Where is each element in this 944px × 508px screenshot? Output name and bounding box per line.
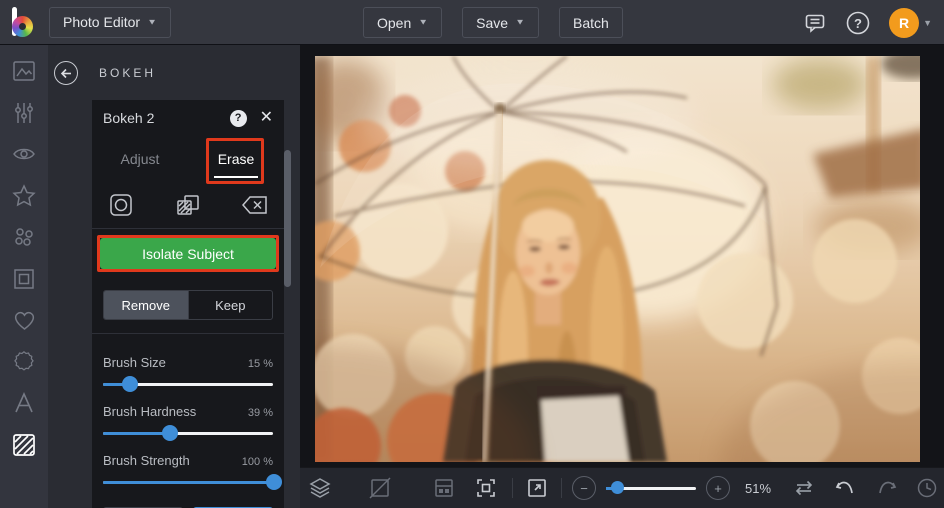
card-title-row: Bokeh 2 ? ✕ bbox=[92, 100, 284, 136]
zoom-slider-thumb[interactable] bbox=[610, 481, 624, 494]
erase-tools-row bbox=[92, 182, 284, 228]
clear-backspace-icon[interactable] bbox=[240, 190, 270, 220]
topbar: Photo Editor ▼ Open ▼ Save ▼ Batch ? R ▼ bbox=[0, 0, 944, 45]
canvas-area[interactable] bbox=[300, 45, 944, 467]
brush-sliders: Brush Size 15 % Brush Hardness 39 % Brus… bbox=[92, 334, 284, 493]
chevron-down-icon: ▼ bbox=[923, 17, 932, 28]
overlays-heart-icon bbox=[14, 311, 34, 330]
brush-size-label: Brush Size bbox=[103, 355, 166, 370]
sidebar-item-artsy[interactable] bbox=[11, 225, 37, 249]
sidebar-item-effects[interactable] bbox=[11, 184, 37, 208]
bokeh-panel: BOKEH Bokeh 2 ? ✕ Adjust Erase Isolate S… bbox=[48, 45, 300, 508]
chevron-down-icon: ▼ bbox=[515, 18, 525, 27]
topbar-right: ? R ▼ bbox=[803, 0, 932, 45]
layers-icon[interactable] bbox=[308, 477, 332, 499]
slider-thumb[interactable] bbox=[266, 474, 282, 490]
brush-strength-label: Brush Strength bbox=[103, 453, 190, 468]
brush-strength-value: 100 % bbox=[241, 456, 273, 468]
sidebar-item-edit[interactable] bbox=[11, 59, 37, 83]
zoom-in-icon[interactable]: + bbox=[706, 476, 730, 500]
isolate-subject-button[interactable]: Isolate Subject bbox=[100, 238, 276, 269]
effects-star-icon bbox=[12, 184, 36, 207]
textures-icon bbox=[13, 433, 35, 456]
chat-icon[interactable] bbox=[803, 11, 827, 35]
brush-size-slider[interactable] bbox=[103, 373, 273, 395]
save-button[interactable]: Save ▼ bbox=[462, 7, 539, 38]
brush-shape-icon[interactable] bbox=[106, 190, 136, 220]
brush-hardness-group: Brush Hardness 39 % bbox=[103, 404, 273, 444]
zoom-out-icon[interactable]: − bbox=[572, 476, 596, 500]
batch-button[interactable]: Batch bbox=[558, 7, 623, 38]
chevron-down-icon: ▼ bbox=[418, 18, 429, 27]
undo-icon[interactable] bbox=[833, 478, 857, 498]
redo-icon[interactable] bbox=[875, 478, 899, 498]
sidebar-item-touchup[interactable] bbox=[11, 142, 37, 166]
tab-bar: Adjust Erase bbox=[92, 136, 284, 182]
photo-canvas[interactable] bbox=[315, 56, 920, 462]
before-after-loop-icon[interactable] bbox=[792, 478, 816, 498]
panel-header: BOKEH bbox=[48, 61, 156, 85]
canvas-layout-icon[interactable] bbox=[432, 477, 456, 499]
remove-keep-toggle: Remove Keep bbox=[103, 290, 273, 320]
topbar-center-actions: Open ▼ Save ▼ Batch bbox=[363, 7, 623, 38]
card-help-icon[interactable]: ? bbox=[229, 109, 247, 127]
segment-keep[interactable]: Keep bbox=[187, 291, 273, 319]
brush-hardness-slider[interactable] bbox=[103, 422, 273, 444]
zoom-slider[interactable] bbox=[606, 478, 696, 498]
sidebar-item-adjust[interactable] bbox=[11, 101, 37, 125]
divider bbox=[92, 228, 284, 229]
sidebar-item-textures[interactable] bbox=[11, 433, 37, 457]
frames-icon bbox=[14, 268, 34, 289]
history-clock-icon[interactable] bbox=[915, 477, 939, 499]
card-title: Bokeh 2 bbox=[103, 110, 155, 126]
sidebar-item-graphics[interactable] bbox=[11, 350, 37, 374]
open-fullscreen-icon[interactable] bbox=[525, 477, 549, 499]
arrow-left-icon bbox=[60, 68, 71, 78]
brush-strength-slider[interactable] bbox=[103, 471, 282, 493]
brush-size-group: Brush Size 15 % bbox=[103, 355, 273, 395]
zoom-level: 51% bbox=[744, 480, 772, 496]
image-edit-icon bbox=[13, 61, 35, 81]
divider bbox=[561, 478, 562, 498]
photo-editor-app: Photo Editor ▼ Open ▼ Save ▼ Batch ? R ▼… bbox=[0, 0, 944, 508]
back-button[interactable] bbox=[54, 61, 78, 85]
text-icon bbox=[15, 392, 33, 413]
brush-size-value: 15 % bbox=[247, 358, 273, 370]
tab-adjust[interactable]: Adjust bbox=[92, 136, 188, 182]
brush-hardness-value: 39 % bbox=[247, 407, 273, 419]
card-close-icon[interactable]: ✕ bbox=[260, 110, 273, 126]
graphics-badge-icon bbox=[14, 350, 34, 371]
befunky-logo-icon[interactable] bbox=[9, 7, 39, 37]
open-button[interactable]: Open ▼ bbox=[363, 7, 443, 38]
bokeh-settings-card: Bokeh 2 ? ✕ Adjust Erase Isolate Subject… bbox=[92, 100, 284, 508]
tab-erase[interactable]: Erase bbox=[188, 136, 284, 182]
touchup-eye-icon bbox=[13, 148, 35, 160]
brush-hardness-label: Brush Hardness bbox=[103, 404, 197, 419]
sidebar-item-text[interactable] bbox=[11, 391, 37, 415]
compare-icon[interactable] bbox=[368, 477, 392, 499]
segment-remove[interactable]: Remove bbox=[104, 291, 188, 319]
avatar: R bbox=[889, 7, 920, 38]
adjust-sliders-icon bbox=[15, 102, 33, 123]
account-menu[interactable]: R ▼ bbox=[889, 7, 932, 38]
artsy-dots-icon bbox=[15, 228, 33, 246]
product-menu-button[interactable]: Photo Editor ▼ bbox=[49, 6, 171, 38]
panel-scrollbar[interactable] bbox=[284, 150, 291, 287]
invert-mask-icon[interactable] bbox=[173, 190, 203, 220]
brush-strength-group: Brush Strength 100 % bbox=[103, 453, 282, 493]
slider-thumb[interactable] bbox=[121, 376, 138, 392]
sidebar-item-overlays[interactable] bbox=[11, 308, 37, 332]
help-icon[interactable]: ? bbox=[845, 10, 871, 36]
bottom-toolbar: − + 51% bbox=[300, 467, 944, 508]
panel-title: BOKEH bbox=[99, 66, 157, 80]
chevron-down-icon: ▼ bbox=[147, 17, 157, 27]
divider bbox=[512, 478, 513, 498]
product-menu-label: Photo Editor bbox=[63, 14, 141, 30]
svg-text:?: ? bbox=[854, 16, 862, 31]
slider-thumb[interactable] bbox=[162, 425, 179, 441]
tool-rail bbox=[0, 45, 48, 508]
sidebar-item-frames[interactable] bbox=[11, 267, 37, 291]
fit-screen-icon[interactable] bbox=[474, 477, 498, 499]
